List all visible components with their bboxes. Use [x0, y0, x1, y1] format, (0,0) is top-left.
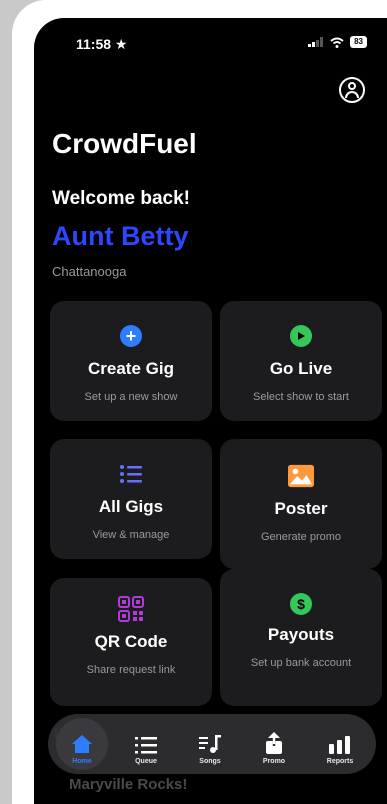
- card-label: QR Code: [94, 632, 168, 651]
- card-subtitle: Set up a new show: [84, 391, 178, 403]
- tab-label: Queue: [135, 758, 157, 765]
- signal-icon: [308, 37, 324, 47]
- list-icon: [118, 461, 144, 487]
- user-name: Aunt Betty: [52, 221, 189, 251]
- qr-code-card[interactable]: QR Code Share request link: [50, 578, 212, 706]
- card-subtitle: Generate promo: [260, 531, 342, 543]
- plus-circle-icon: +: [118, 323, 144, 349]
- upcoming-show-peek: Maryville Rocks!: [69, 776, 188, 793]
- card-label: Create Gig: [88, 359, 174, 378]
- app-screen: 11:58 ★ 83 CrowdFuel Welcome back! Aunt …: [34, 18, 387, 804]
- card-subtitle: Set up bank account: [250, 657, 352, 669]
- go-live-card[interactable]: Go Live Select show to start: [220, 301, 382, 421]
- qr-code-icon: [118, 596, 144, 622]
- all-gigs-card[interactable]: All Gigs View & manage: [50, 439, 212, 559]
- card-subtitle: View & manage: [92, 529, 170, 541]
- play-circle-icon: [288, 323, 314, 349]
- tab-label: Reports: [326, 758, 354, 765]
- home-icon: [52, 728, 112, 754]
- battery-indicator: 83: [350, 36, 367, 48]
- card-label: Payouts: [267, 625, 335, 644]
- tab-songs[interactable]: Songs: [180, 714, 240, 774]
- music-note-icon: [180, 728, 240, 754]
- dollar-circle-icon: $: [288, 591, 314, 617]
- poster-card[interactable]: Poster Generate promo: [220, 439, 382, 569]
- card-subtitle: Select show to start: [253, 391, 349, 403]
- tab-queue[interactable]: Queue: [116, 714, 176, 774]
- tab-label: Home: [72, 758, 92, 765]
- tab-bar: Home Queue Songs Promo Reports: [48, 714, 376, 774]
- card-label: Go Live: [269, 359, 333, 378]
- create-gig-card[interactable]: + Create Gig Set up a new show: [50, 301, 212, 421]
- tab-label: Songs: [199, 758, 221, 765]
- tab-home[interactable]: Home: [52, 714, 112, 774]
- tab-promo[interactable]: Promo: [244, 714, 304, 774]
- app-title: CrowdFuel: [52, 128, 197, 159]
- tab-reports[interactable]: Reports: [310, 714, 370, 774]
- card-label: Poster: [274, 499, 328, 518]
- image-icon: [288, 463, 314, 489]
- status-bar: 11:58 ★ 83: [34, 36, 387, 56]
- bar-chart-icon: [310, 728, 370, 754]
- status-time: 11:58 ★: [76, 36, 128, 52]
- queue-icon: [116, 728, 176, 754]
- payouts-card[interactable]: $ Payouts Set up bank account: [220, 569, 382, 706]
- card-subtitle: Share request link: [86, 664, 176, 676]
- wifi-icon: [330, 37, 344, 48]
- tab-label: Promo: [262, 758, 286, 765]
- user-city: Chattanooga: [52, 264, 127, 279]
- profile-icon[interactable]: [339, 77, 365, 103]
- welcome-text: Welcome back!: [52, 188, 190, 209]
- share-icon: [244, 728, 304, 754]
- card-label: All Gigs: [98, 497, 164, 516]
- status-icons: 83: [308, 36, 367, 48]
